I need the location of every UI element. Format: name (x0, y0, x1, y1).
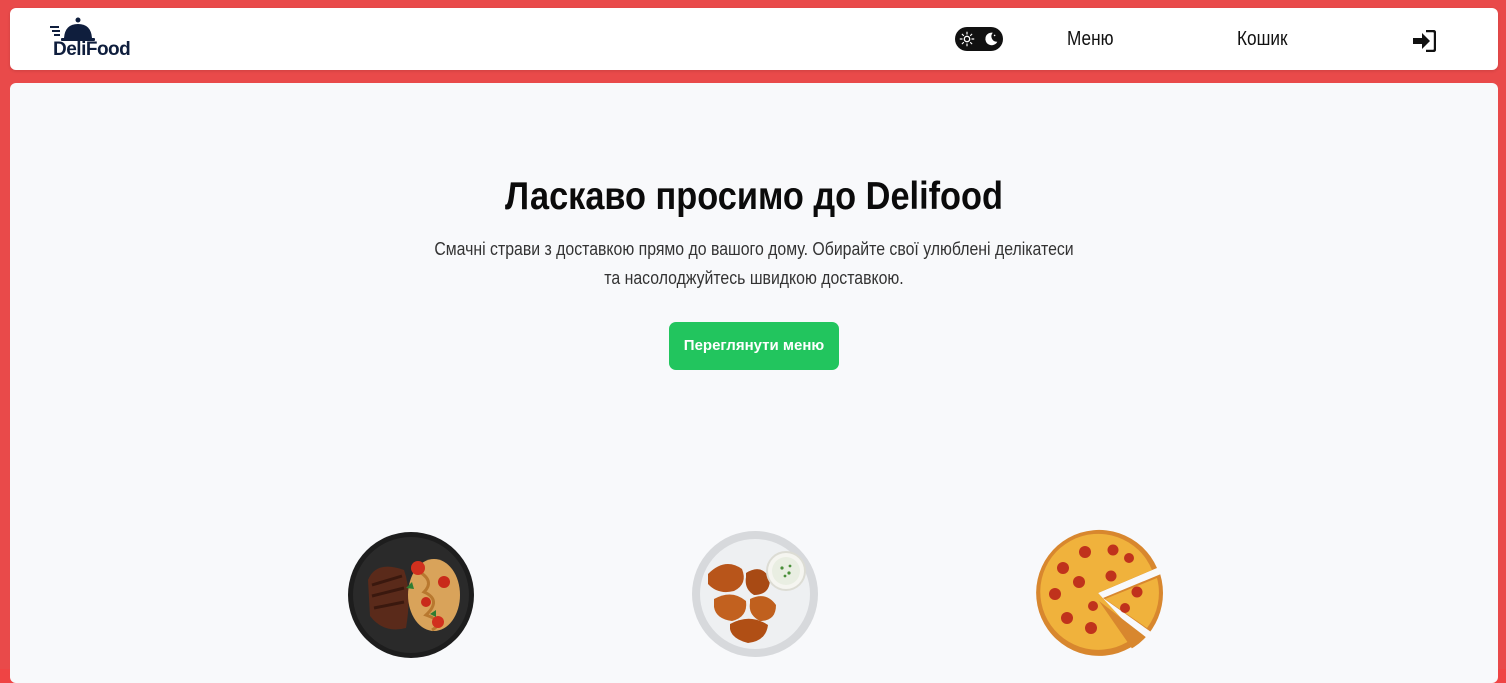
hero-subtitle: Смачні страви з доставкою прямо до вашог… (434, 239, 1074, 288)
sun-icon (958, 30, 976, 48)
moon-icon (985, 32, 998, 46)
steak-pasta-plate-icon (348, 532, 474, 658)
nav-cart-link[interactable]: Кошик (1237, 28, 1288, 51)
main-content: Ласкаво просимо до Delifood Смачні страв… (10, 83, 1498, 683)
pepperoni-pizza-icon (1036, 529, 1163, 656)
logo-text: DeliFood (53, 39, 131, 60)
sign-in-icon[interactable] (1412, 30, 1436, 52)
view-menu-button[interactable]: Переглянути меню (669, 322, 839, 370)
delifood-logo[interactable]: DeliFood (50, 16, 140, 64)
nav-menu-link[interactable]: Меню (1067, 28, 1113, 51)
chicken-wings-plate-icon (692, 531, 818, 657)
hero-title: Ласкаво просимо до Delifood (505, 175, 1003, 218)
top-navbar: DeliFood Меню Кошик (10, 8, 1498, 70)
theme-toggle[interactable] (955, 27, 1003, 51)
